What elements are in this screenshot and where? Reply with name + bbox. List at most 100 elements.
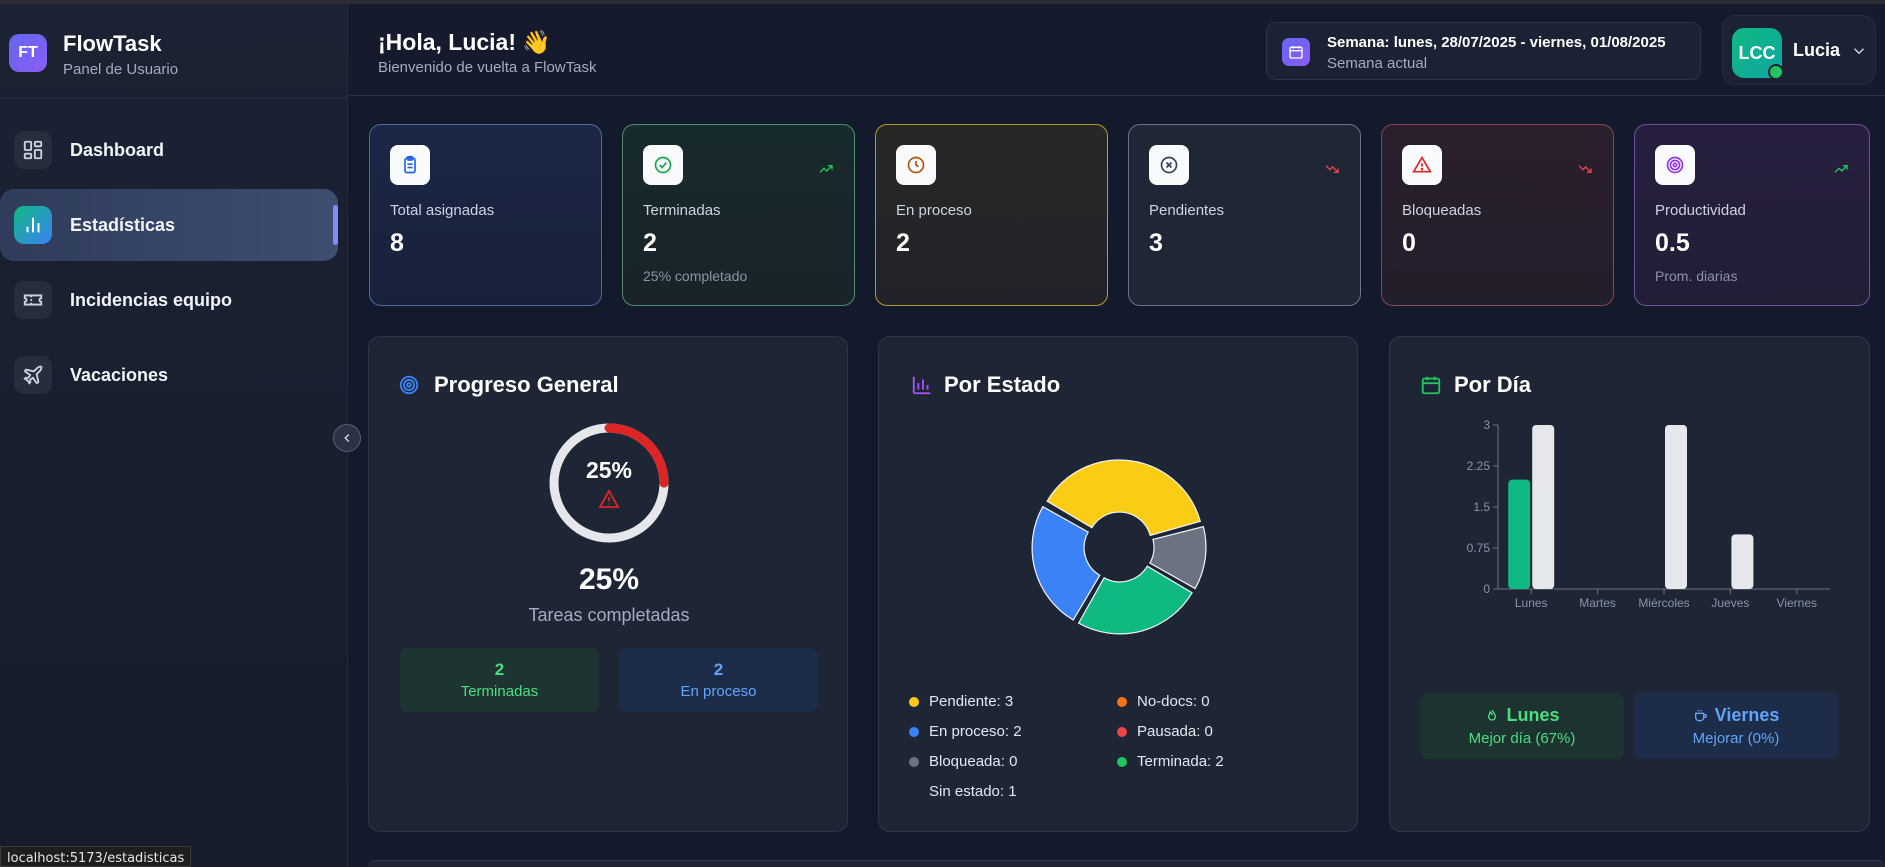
done-summary: 2 Terminadas bbox=[400, 648, 599, 712]
nav-item-dashboard[interactable]: Dashboard bbox=[0, 114, 338, 186]
legend-item: Pendiente: 3 bbox=[909, 693, 1013, 710]
legend-dot bbox=[909, 756, 919, 767]
x-tick-label: Martes bbox=[1579, 596, 1616, 607]
legend-dot bbox=[909, 696, 919, 707]
x-circle-icon bbox=[1149, 145, 1189, 185]
inprogress-summary: 2 En proceso bbox=[619, 648, 818, 712]
trending-up-icon bbox=[819, 165, 833, 173]
stat-sub: 25% completado bbox=[643, 268, 748, 284]
stat-label: Productividad bbox=[1655, 202, 1746, 219]
alert-triangle-icon bbox=[1402, 145, 1442, 185]
legend-item: Sin estado: 1 bbox=[909, 783, 1017, 800]
nav-item-incidencias[interactable]: Incidencias equipo bbox=[0, 264, 338, 336]
ring-percent: 25% bbox=[585, 457, 633, 483]
y-tick-label: 2.25 bbox=[1467, 459, 1491, 473]
legend-item: Terminada: 2 bbox=[1117, 753, 1224, 770]
stat-value: 2 bbox=[643, 229, 657, 257]
stat-label: Bloqueadas bbox=[1402, 202, 1482, 219]
legend-text: Sin estado: 1 bbox=[929, 783, 1017, 800]
nav-item-estadisticas[interactable]: Estadísticas bbox=[0, 189, 338, 261]
best-day: Lunes bbox=[1506, 705, 1560, 725]
user-name: Lucia bbox=[1793, 40, 1841, 60]
stat-value: 0 bbox=[1402, 229, 1416, 257]
y-tick-label: 1.5 bbox=[1473, 500, 1490, 514]
nav-label: Dashboard bbox=[70, 139, 165, 160]
inprogress-label: En proceso bbox=[680, 683, 757, 700]
legend-dot bbox=[909, 726, 919, 737]
x-tick-label: Miércoles bbox=[1638, 596, 1689, 607]
stat-card-productividad: Productividad 0.5 Prom. diarias bbox=[1634, 124, 1870, 306]
greeting: ¡Hola, Lucia! 👋 bbox=[378, 29, 552, 55]
bar-lunes-series-1[interactable] bbox=[1532, 425, 1555, 589]
bar-lunes-series-0[interactable] bbox=[1508, 479, 1531, 589]
stat-label: Terminadas bbox=[643, 202, 721, 219]
calendar-icon bbox=[1282, 38, 1310, 66]
legend-text: Bloqueada: 0 bbox=[929, 753, 1018, 770]
x-tick-label: Viernes bbox=[1777, 596, 1817, 607]
progress-percent: 25% bbox=[578, 563, 640, 596]
trending-down-icon bbox=[1578, 165, 1592, 173]
chevron-down-icon bbox=[1853, 48, 1865, 55]
chevron-left-icon bbox=[344, 433, 350, 443]
sidebar: FT FlowTask Panel de Usuario Dashboard E… bbox=[0, 4, 348, 867]
alert-triangle-icon bbox=[598, 489, 620, 508]
stat-card-terminadas: Terminadas 2 25% completado bbox=[622, 124, 855, 306]
legend-text: Pendiente: 3 bbox=[929, 693, 1014, 710]
active-indicator bbox=[333, 205, 338, 245]
legend-text: En proceso: 2 bbox=[929, 723, 1022, 740]
nav-label: Vacaciones bbox=[70, 364, 169, 385]
week-label: Semana actual bbox=[1327, 55, 1428, 72]
stat-label: Pendientes bbox=[1149, 202, 1225, 219]
trending-up-icon bbox=[1834, 165, 1848, 173]
brand-logo: FT bbox=[9, 34, 47, 72]
progress-panel: Progreso General 25% 25% Tareas completa… bbox=[368, 336, 848, 832]
nav-label: Estadísticas bbox=[70, 214, 176, 235]
progress-caption: Tareas completadas bbox=[528, 605, 690, 625]
stat-value: 2 bbox=[896, 229, 910, 257]
stat-card-pendientes: Pendientes 3 bbox=[1128, 124, 1361, 306]
legend-dot bbox=[1117, 696, 1127, 707]
status-panel: Por Estado Pendiente: 3 No-docs: 0 En pr… bbox=[878, 336, 1358, 832]
worst-day: Viernes bbox=[1714, 705, 1780, 725]
stat-label: En proceso bbox=[896, 202, 972, 219]
panel-title: Por Estado bbox=[944, 372, 1061, 397]
stat-value: 8 bbox=[390, 229, 404, 257]
nav-item-vacaciones[interactable]: Vacaciones bbox=[0, 339, 338, 411]
online-status-dot bbox=[1768, 64, 1784, 80]
target-icon bbox=[1655, 145, 1695, 185]
bar-jueves-series-1[interactable] bbox=[1731, 534, 1754, 589]
trending-down-icon bbox=[1325, 165, 1339, 173]
user-menu[interactable]: LCC Lucia bbox=[1722, 15, 1876, 85]
target-icon bbox=[399, 375, 419, 395]
legend-item: Bloqueada: 0 bbox=[909, 753, 1017, 770]
week-selector[interactable]: Semana: lunes, 28/07/2025 - viernes, 01/… bbox=[1266, 22, 1701, 80]
x-tick-label: Lunes bbox=[1515, 596, 1548, 607]
stat-value: 3 bbox=[1149, 229, 1163, 257]
status-url-tooltip: localhost:5173/estadisticas bbox=[0, 846, 192, 867]
brand-subtitle: Panel de Usuario bbox=[63, 61, 179, 78]
done-label: Terminadas bbox=[460, 683, 539, 700]
legend-dot bbox=[909, 787, 919, 797]
collapse-sidebar-button[interactable] bbox=[333, 424, 361, 452]
grid-icon bbox=[14, 131, 52, 169]
panel-title: Por Día bbox=[1454, 372, 1532, 397]
status-donut-chart bbox=[1031, 459, 1207, 635]
inprogress-value: 2 bbox=[713, 660, 724, 679]
worst-day-label: Mejorar (0%) bbox=[1692, 730, 1780, 747]
done-value: 2 bbox=[494, 660, 505, 679]
next-section-edge bbox=[368, 860, 1885, 867]
y-tick-label: 0 bbox=[1483, 582, 1490, 596]
stat-card-en-proceso: En proceso 2 bbox=[875, 124, 1108, 306]
legend-item: Pausada: 0 bbox=[1117, 723, 1213, 740]
legend-item: En proceso: 2 bbox=[909, 723, 1022, 740]
welcome-text: Bienvenido de vuelta a FlowTask bbox=[378, 59, 597, 76]
legend-text: No-docs: 0 bbox=[1137, 693, 1210, 710]
bar-miércoles-series-1[interactable] bbox=[1665, 425, 1687, 589]
stat-sub: Prom. diarias bbox=[1655, 268, 1738, 284]
day-panel: Por Día 0 0.75 1.5 2.25 3 Lunes Martes Miércole… bbox=[1389, 336, 1870, 832]
stat-value: 0.5 bbox=[1655, 229, 1690, 257]
bar-chart-icon bbox=[14, 206, 52, 244]
legend-item: No-docs: 0 bbox=[1117, 693, 1210, 710]
best-day-label: Mejor día (67%) bbox=[1468, 730, 1576, 747]
brand-name: FlowTask bbox=[63, 31, 162, 56]
